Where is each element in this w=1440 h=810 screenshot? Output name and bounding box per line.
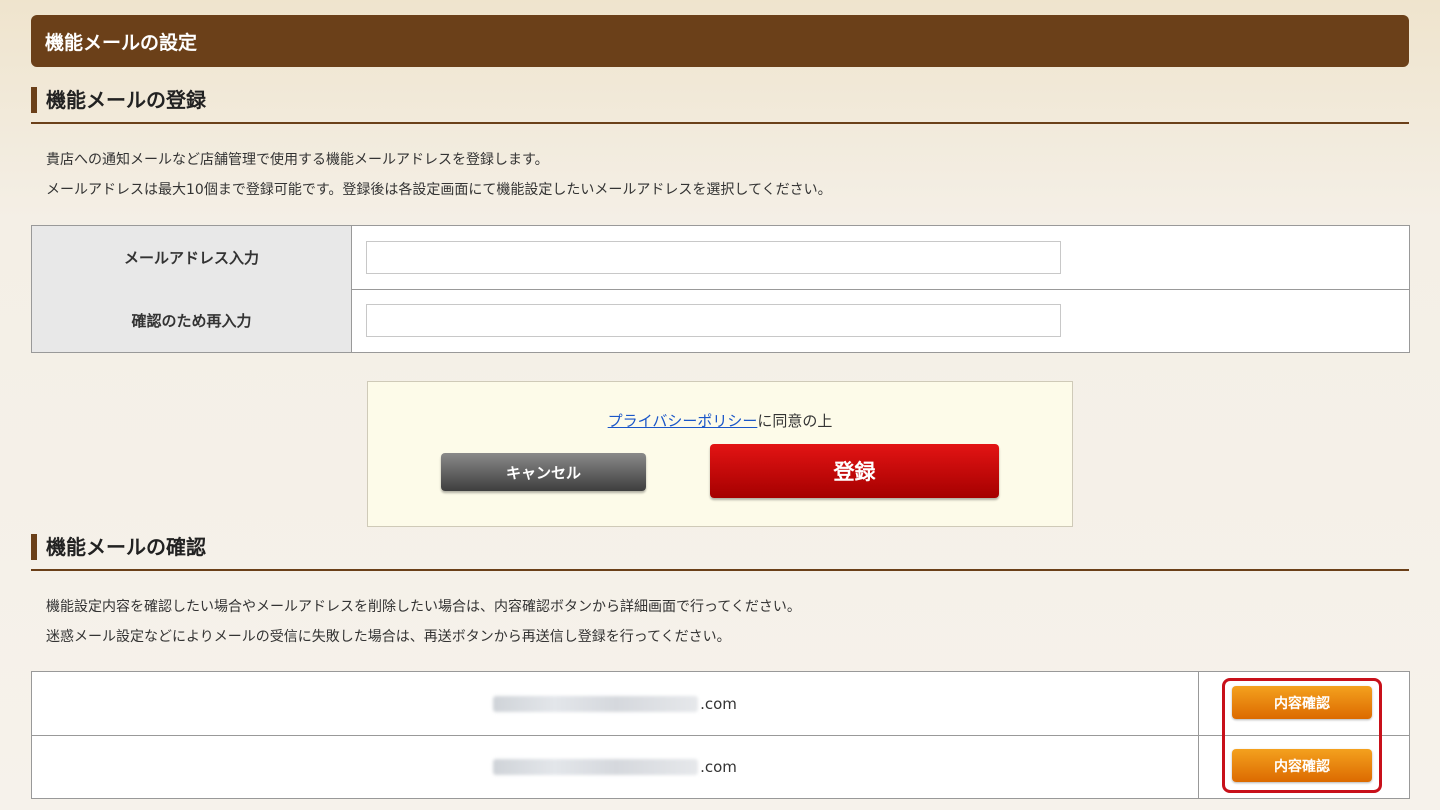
confirm-description: 機能設定内容を確認したい場合やメールアドレスを削除したい場合は、内容確認ボタンか…: [46, 592, 801, 652]
cancel-button[interactable]: キャンセル: [441, 453, 646, 491]
form-row-email-confirm: 確認のため再入力: [32, 289, 1409, 352]
section-bar: [31, 87, 37, 113]
form-row-email: メールアドレス入力: [32, 226, 1409, 290]
email-confirm-label: 確認のため再入力: [32, 289, 352, 352]
register-desc-line-2: メールアドレスは最大10個まで登録可能です。登録後は各設定画面にて機能設定したい…: [46, 182, 832, 198]
email-input[interactable]: [366, 241, 1061, 274]
register-desc-line-1: 貴店への通知メールなど店舗管理で使用する機能メールアドレスを登録します。: [46, 152, 549, 168]
register-section-title: 機能メールの登録: [31, 84, 1409, 124]
blurred-email-part: [493, 759, 699, 775]
blurred-email-part: [493, 695, 699, 712]
consent-suffix: に同意の上: [757, 412, 833, 430]
email-cell: .com: [32, 672, 1199, 735]
page-title: 機能メールの設定: [31, 15, 1409, 67]
register-section-heading: 機能メールの登録: [46, 88, 206, 112]
email-confirm-input[interactable]: [366, 304, 1061, 337]
highlight-frame: [1222, 678, 1382, 793]
confirm-desc-line-1: 機能設定内容を確認したい場合やメールアドレスを削除したい場合は、内容確認ボタンか…: [46, 599, 801, 615]
table-row: .com 内容確認: [32, 672, 1409, 736]
register-button[interactable]: 登録: [710, 444, 999, 498]
email-form-table: メールアドレス入力 確認のため再入力: [31, 225, 1410, 353]
consent-text: プライバシーポリシーに同意の上: [368, 410, 1072, 431]
register-description: 貴店への通知メールなど店舗管理で使用する機能メールアドレスを登録します。 メール…: [46, 145, 832, 205]
confirm-section-heading: 機能メールの確認: [46, 535, 206, 559]
confirm-section-title: 機能メールの確認: [31, 531, 1409, 571]
email-cell: .com: [32, 736, 1199, 798]
email-input-label: メールアドレス入力: [32, 226, 352, 289]
email-suffix: .com: [700, 758, 737, 776]
privacy-policy-link[interactable]: プライバシーポリシー: [608, 412, 758, 430]
consent-box: プライバシーポリシーに同意の上 キャンセル 登録: [367, 381, 1073, 527]
email-suffix: .com: [700, 694, 737, 713]
section-bar: [31, 534, 37, 560]
table-row: .com 内容確認: [32, 736, 1409, 798]
email-list-table: .com 内容確認 .com 内容確認: [31, 671, 1410, 799]
confirm-desc-line-2: 迷惑メール設定などによりメールの受信に失敗した場合は、再送ボタンから再送信し登録…: [46, 629, 731, 645]
